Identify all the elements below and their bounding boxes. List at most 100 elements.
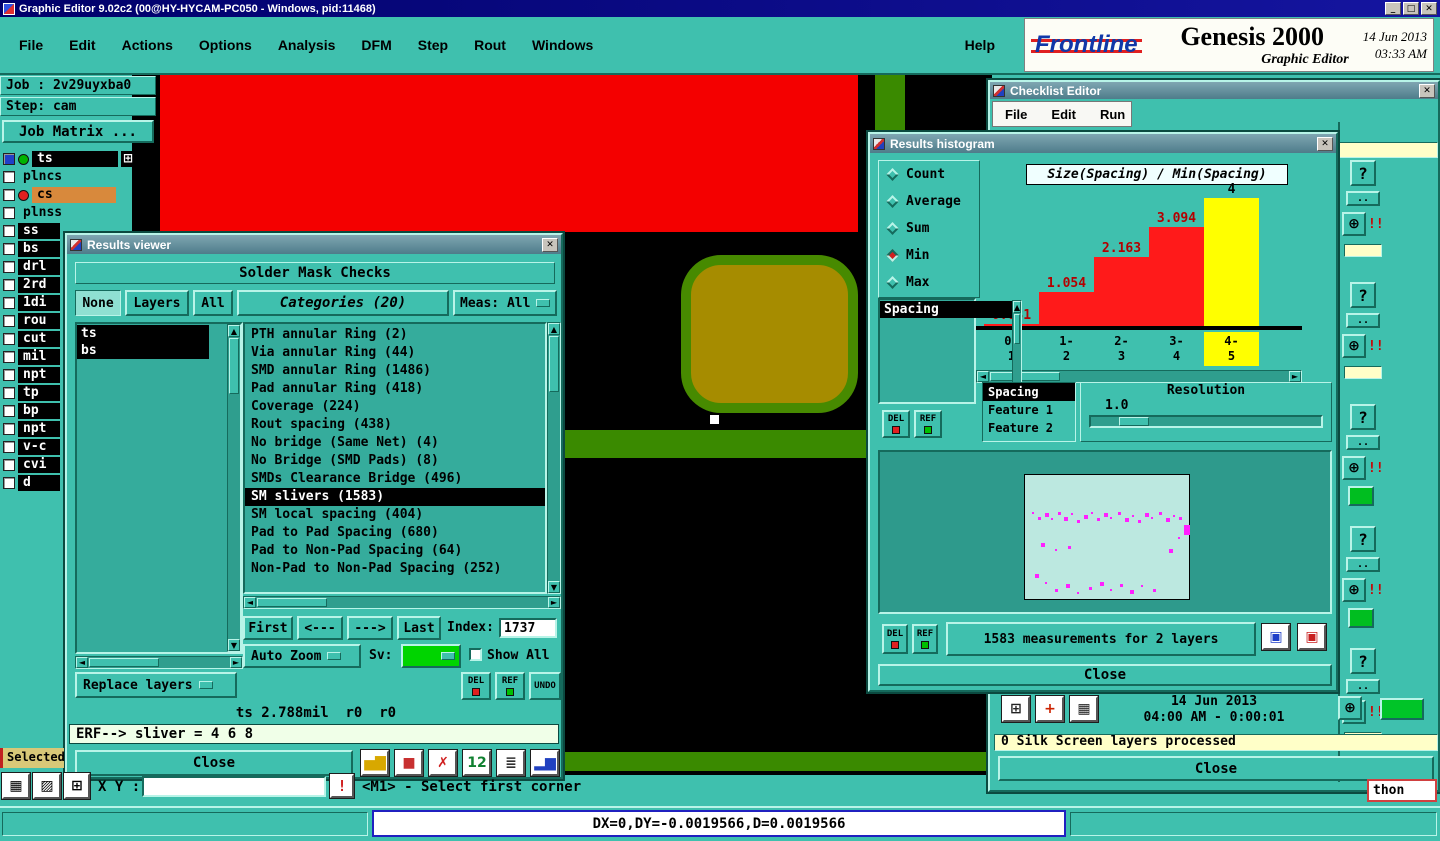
zoom-icon[interactable]: ⊕ — [1342, 334, 1366, 358]
scroll-down-icon[interactable]: ▼ — [548, 581, 560, 593]
viewer-layer-ts[interactable]: ts — [77, 325, 209, 342]
help-button[interactable]: ? — [1350, 648, 1376, 674]
zoom-icon[interactable]: ⊕ — [1342, 212, 1366, 236]
viewer-layer-bs[interactable]: bs — [77, 342, 209, 359]
category-item[interactable]: No Bridge (SMD Pads) (8) — [245, 452, 545, 470]
category-item[interactable]: Pad annular Ring (418) — [245, 380, 545, 398]
python-button[interactable]: thon — [1367, 779, 1437, 802]
menu-item-help[interactable]: Help — [952, 37, 1008, 53]
menu-item-actions[interactable]: Actions — [109, 37, 186, 53]
layer-checkbox[interactable] — [3, 441, 15, 453]
histogram-close-button[interactable]: Close — [878, 664, 1332, 686]
help-button[interactable]: ? — [1350, 282, 1376, 308]
resolution-slider[interactable] — [1089, 415, 1323, 428]
checklist-close-icon[interactable]: ✕ — [1419, 83, 1435, 98]
layer-checkbox[interactable] — [3, 261, 15, 273]
nav-first-button[interactable]: First — [243, 616, 293, 640]
xy-input[interactable] — [142, 776, 326, 797]
snap-grid-icon[interactable]: ⊞ — [63, 772, 91, 800]
help-button[interactable]: ? — [1350, 526, 1376, 552]
layer-row-plncs[interactable]: plncs — [0, 168, 132, 186]
category-item[interactable]: SM local spacing (404) — [245, 506, 545, 524]
grid-icon[interactable]: ⊞ — [121, 151, 136, 167]
replace-layers-dropdown[interactable]: Replace layers — [75, 672, 237, 698]
layer-checkbox[interactable] — [3, 423, 15, 435]
layer-checkbox[interactable] — [3, 333, 15, 345]
help-button[interactable]: ? — [1350, 160, 1376, 186]
filter-layers-button[interactable]: Layers — [125, 290, 189, 316]
del-button-small[interactable]: DEL — [882, 624, 908, 654]
layer-checkbox[interactable] — [3, 243, 15, 255]
overlay-blue-icon[interactable]: ▣ — [1261, 623, 1291, 651]
scroll-left-icon[interactable]: ◄ — [76, 657, 88, 668]
checklist-titlebar[interactable]: Checklist Editor ✕ — [990, 82, 1438, 99]
layer-row-ts[interactable]: ts ⊞ — [0, 150, 136, 168]
category-item[interactable]: SMDs Clearance Bridge (496) — [245, 470, 545, 488]
run-close-button[interactable]: Close — [998, 756, 1434, 781]
undo-button[interactable]: UNDO — [529, 672, 561, 700]
scroll-up-icon[interactable]: ▲ — [548, 323, 560, 335]
menu-item-file[interactable]: File — [6, 37, 56, 53]
ref-button[interactable]: REF — [495, 672, 525, 700]
histogram-ref-button[interactable]: REF — [914, 410, 942, 438]
auto-zoom-dropdown[interactable]: Auto Zoom — [243, 644, 361, 668]
layer-checkbox[interactable] — [3, 189, 15, 201]
job-matrix-button[interactable]: Job Matrix ... — [2, 120, 154, 143]
nav-last-button[interactable]: Last — [397, 616, 441, 640]
layer-checkbox[interactable] — [3, 477, 15, 489]
status-zoom-icon[interactable]: ⊕ — [1338, 696, 1362, 720]
sv-color-button[interactable] — [401, 644, 461, 668]
stat-option-count[interactable]: Count — [879, 161, 979, 188]
histogram-del-button[interactable]: DEL — [882, 410, 910, 438]
checklist-menu-file[interactable]: File — [993, 107, 1039, 122]
menu-item-windows[interactable]: Windows — [519, 37, 606, 53]
more-button[interactable]: .. — [1346, 679, 1380, 694]
scroll-thumb[interactable] — [549, 336, 559, 392]
window-control-1[interactable]: □ — [1403, 2, 1419, 15]
layer-checkbox[interactable] — [3, 207, 15, 219]
menu-item-options[interactable]: Options — [186, 37, 265, 53]
histogram-titlebar[interactable]: Results histogram ✕ — [870, 134, 1336, 153]
go-button[interactable] — [1348, 486, 1374, 506]
category-item[interactable]: No bridge (Same Net) (4) — [245, 434, 545, 452]
ref-button-small[interactable]: REF — [912, 624, 938, 654]
category-item[interactable]: Pad to Non-Pad Spacing (64) — [245, 542, 545, 560]
stat-option-min[interactable]: Min — [879, 242, 979, 269]
scroll-down-icon[interactable]: ▼ — [228, 639, 240, 651]
viewer-titlebar[interactable]: Results viewer ✕ — [67, 235, 561, 254]
scroll-thumb[interactable] — [229, 338, 239, 394]
category-item[interactable]: PTH annular Ring (2) — [245, 326, 545, 344]
layer-checkbox[interactable] — [3, 171, 15, 183]
more-button[interactable]: .. — [1346, 557, 1380, 572]
scroll-thumb[interactable] — [1014, 314, 1021, 344]
category-item[interactable]: Coverage (224) — [245, 398, 545, 416]
scroll-left-icon[interactable]: ◄ — [244, 597, 256, 608]
menu-item-rout[interactable]: Rout — [461, 37, 519, 53]
show-all-checkbox[interactable] — [469, 648, 482, 661]
layer-checkbox[interactable] — [3, 387, 15, 399]
more-button[interactable]: .. — [1346, 435, 1380, 450]
category-item[interactable]: SM slivers (1583) — [245, 488, 545, 506]
layer-checkbox[interactable] — [3, 315, 15, 327]
checklist-menu-run[interactable]: Run — [1088, 107, 1137, 122]
layer-checkbox[interactable] — [3, 279, 15, 291]
scroll-thumb[interactable] — [89, 658, 159, 667]
filter-all-button[interactable]: All — [193, 290, 233, 316]
category-item[interactable]: SMD annular Ring (1486) — [245, 362, 545, 380]
menu-item-analysis[interactable]: Analysis — [265, 37, 349, 53]
scroll-up-icon[interactable]: ▲ — [1013, 301, 1022, 313]
stat-option-sum[interactable]: Sum — [879, 215, 979, 242]
categories-dropdown[interactable]: Categories (20) — [237, 290, 449, 316]
feature-row-feature-1[interactable]: Feature 1 — [983, 401, 1075, 419]
category-item[interactable]: Pad to Pad Spacing (680) — [245, 524, 545, 542]
more-button[interactable]: .. — [1346, 313, 1380, 328]
category-scrollbar[interactable]: ▲ ▼ — [547, 322, 561, 594]
viewer-layer-scrollbar[interactable]: ▲ ▼ — [227, 324, 241, 652]
filter-none-button[interactable]: None — [75, 290, 121, 316]
window-control-0[interactable]: _ — [1385, 2, 1401, 15]
go-button[interactable] — [1348, 608, 1374, 628]
stat-option-max[interactable]: Max — [879, 269, 979, 296]
category-item[interactable]: Via annular Ring (44) — [245, 344, 545, 362]
nav-next-button[interactable]: ---> — [347, 616, 393, 640]
pattern-tool-icon[interactable]: ▦ — [1069, 695, 1099, 723]
